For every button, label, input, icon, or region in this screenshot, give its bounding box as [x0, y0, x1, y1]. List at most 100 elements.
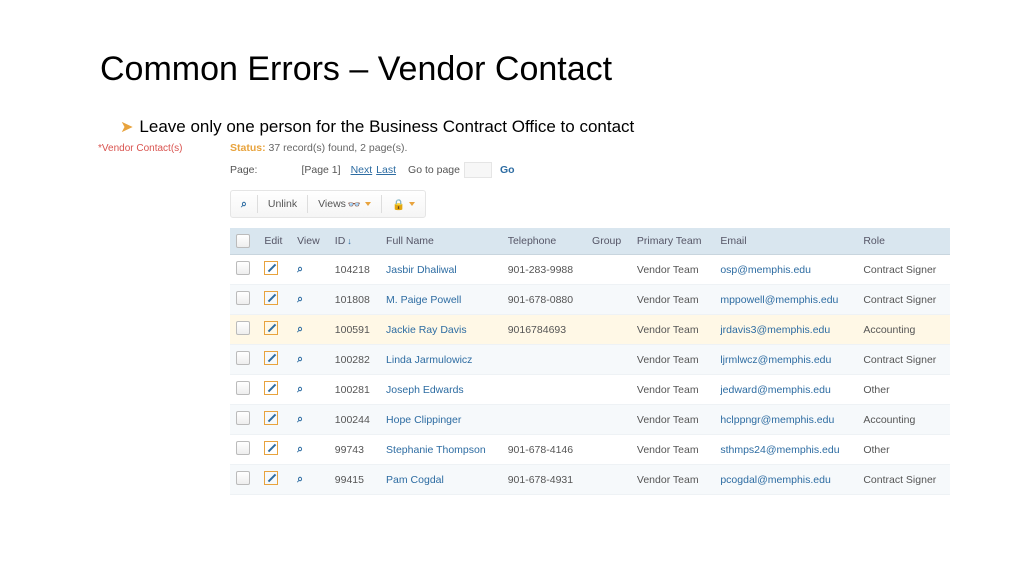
unlink-button[interactable]: Unlink	[262, 195, 303, 213]
edit-icon[interactable]	[264, 351, 278, 365]
col-id-label: ID	[335, 235, 346, 247]
row-checkbox[interactable]	[236, 321, 250, 335]
cell-telephone: 901-283-9988	[502, 255, 586, 285]
cell-primary-team: Vendor Team	[631, 345, 714, 375]
cell-email[interactable]: sthmps24@memphis.edu	[720, 444, 839, 456]
col-group[interactable]: Group	[586, 228, 631, 255]
page-next-link[interactable]: Next	[351, 164, 373, 176]
cell-role: Contract Signer	[857, 285, 950, 315]
cell-id: 101808	[329, 285, 380, 315]
col-email[interactable]: Email	[714, 228, 857, 255]
cell-full-name[interactable]: Pam Cogdal	[386, 474, 444, 486]
row-checkbox[interactable]	[236, 291, 250, 305]
cell-full-name[interactable]: Joseph Edwards	[386, 384, 464, 396]
edit-icon[interactable]	[264, 471, 278, 485]
row-checkbox[interactable]	[236, 411, 250, 425]
cell-full-name[interactable]: Jasbir Dhaliwal	[386, 264, 457, 276]
edit-icon[interactable]	[264, 411, 278, 425]
cell-id: 99415	[329, 465, 380, 495]
views-button[interactable]: Views 👓	[312, 195, 377, 214]
row-checkbox[interactable]	[236, 351, 250, 365]
col-role[interactable]: Role	[857, 228, 950, 255]
col-view: View	[291, 228, 329, 255]
row-checkbox[interactable]	[236, 261, 250, 275]
caret-down-icon	[409, 202, 415, 206]
view-icon[interactable]: ⌕	[297, 323, 303, 335]
chevron-right-icon: ➤	[120, 117, 133, 137]
separator	[381, 195, 382, 213]
table-row: ⌕104218Jasbir Dhaliwal901-283-9988Vendor…	[230, 255, 950, 285]
binoculars-icon: 👓	[348, 198, 361, 211]
status-row: Status: 37 record(s) found, 2 page(s).	[230, 142, 950, 154]
lock-icon: 🔒	[392, 198, 405, 211]
cell-group	[586, 315, 631, 345]
cell-email[interactable]: mppowell@memphis.edu	[720, 294, 838, 306]
page-last-link[interactable]: Last	[376, 164, 396, 176]
col-select[interactable]	[230, 228, 258, 255]
cell-email[interactable]: ljrmlwcz@memphis.edu	[720, 354, 831, 366]
cell-id: 100282	[329, 345, 380, 375]
cell-full-name[interactable]: M. Paige Powell	[386, 294, 461, 306]
go-button[interactable]: Go	[500, 164, 515, 176]
cell-primary-team: Vendor Team	[631, 465, 714, 495]
view-icon[interactable]: ⌕	[297, 263, 303, 275]
table-row: ⌕ 100282 Linda Jarmulowicz Vendor Team ljrml…	[230, 345, 950, 375]
bullet-row: ➤ Leave only one person for the Business…	[120, 117, 944, 137]
edit-icon[interactable]	[264, 321, 278, 335]
cell-full-name[interactable]: Hope Clippinger	[386, 414, 461, 426]
view-icon[interactable]: ⌕	[297, 383, 303, 395]
cell-id: 104218	[329, 255, 380, 285]
table-row: ⌕101808M. Paige Powell901-678-0880Vendor…	[230, 285, 950, 315]
page-label: Page:	[230, 164, 257, 176]
goto-label: Go to page	[408, 164, 460, 176]
table-row: ⌕100244Hope ClippingerVendor Teamhclppng…	[230, 405, 950, 435]
cell-full-name[interactable]: Jackie Ray Davis	[386, 324, 467, 336]
view-icon[interactable]: ⌕	[297, 443, 303, 455]
cell-full-name[interactable]: Linda Jarmulowicz	[386, 354, 472, 366]
cell-primary-team: Vendor Team	[631, 285, 714, 315]
cell-role: Other	[857, 435, 950, 465]
page-title: Common Errors – Vendor Contact	[100, 50, 944, 89]
select-all-checkbox[interactable]	[236, 234, 250, 248]
col-primary-team[interactable]: Primary Team	[631, 228, 714, 255]
col-telephone[interactable]: Telephone	[502, 228, 586, 255]
edit-icon[interactable]	[264, 291, 278, 305]
col-id[interactable]: ID↓	[329, 228, 380, 255]
cell-telephone: 9016784693	[502, 315, 586, 345]
cell-email[interactable]: pcogdal@memphis.edu	[720, 474, 830, 486]
row-checkbox[interactable]	[236, 381, 250, 395]
cell-telephone: 901-678-4931	[502, 465, 586, 495]
cell-primary-team: Vendor Team	[631, 405, 714, 435]
table-row: ⌕100281Joseph EdwardsVendor Teamjedward@…	[230, 375, 950, 405]
cell-role: Other	[857, 375, 950, 405]
cell-telephone	[502, 375, 586, 405]
toolbar: ⌕ Unlink Views 👓 🔒	[230, 190, 426, 218]
row-checkbox[interactable]	[236, 471, 250, 485]
view-icon[interactable]: ⌕	[297, 413, 303, 425]
edit-icon[interactable]	[264, 261, 278, 275]
cell-role: Contract Signer	[857, 255, 950, 285]
edit-icon[interactable]	[264, 441, 278, 455]
cell-email[interactable]: hclppngr@memphis.edu	[720, 414, 834, 426]
cell-telephone	[502, 345, 586, 375]
view-icon[interactable]: ⌕	[297, 353, 303, 365]
cell-full-name[interactable]: Stephanie Thompson	[386, 444, 486, 456]
cell-primary-team: Vendor Team	[631, 435, 714, 465]
toolbar-search-button[interactable]: ⌕	[235, 195, 253, 214]
edit-icon[interactable]	[264, 381, 278, 395]
cell-group	[586, 285, 631, 315]
cell-email[interactable]: osp@memphis.edu	[720, 264, 811, 276]
search-icon: ⌕	[241, 198, 247, 211]
col-full-name[interactable]: Full Name	[380, 228, 502, 255]
cell-email[interactable]: jedward@memphis.edu	[720, 384, 830, 396]
cell-group	[586, 435, 631, 465]
goto-page-input[interactable]	[464, 162, 492, 178]
status-text: 37 record(s) found, 2 page(s).	[269, 142, 408, 154]
caret-down-icon	[365, 202, 371, 206]
row-checkbox[interactable]	[236, 441, 250, 455]
view-icon[interactable]: ⌕	[297, 473, 303, 485]
cell-email[interactable]: jrdavis3@memphis.edu	[720, 324, 830, 336]
table-header-row: Edit View ID↓ Full Name Telephone Group …	[230, 228, 950, 255]
export-button[interactable]: 🔒	[386, 195, 421, 214]
view-icon[interactable]: ⌕	[297, 293, 303, 305]
